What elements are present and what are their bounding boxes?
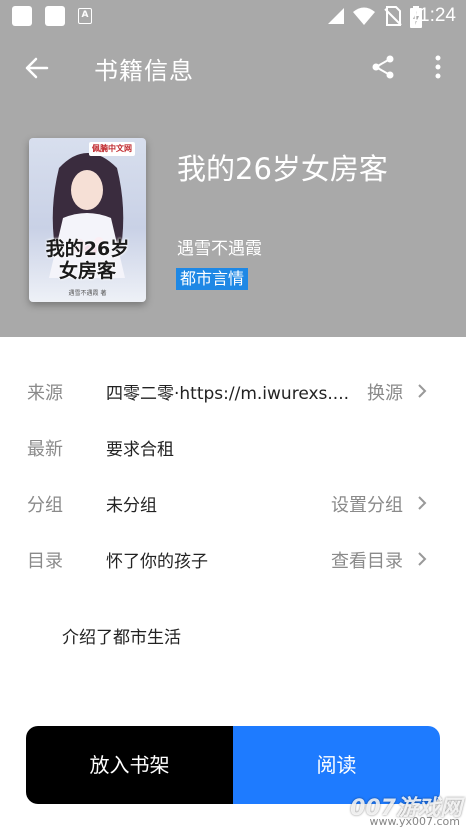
chevron-right-icon (418, 552, 427, 566)
info-row-source[interactable]: 来源 四零二零·https://m.iwurexs.... 换源 (0, 366, 466, 416)
change-source-button[interactable]: 换源 (367, 379, 403, 405)
add-to-shelf-button[interactable]: 放入书架 (26, 726, 233, 804)
signal-icon (328, 8, 344, 24)
chevron-right-icon (418, 496, 427, 510)
book-header: A 11:24 书籍信息 佩腩中文网 我的26岁 女房客 遇雪不遇霞 著 我的2… (0, 0, 466, 337)
category-tag: 都市言情 (176, 268, 249, 290)
a-notification-icon: A (78, 8, 92, 24)
share-icon[interactable] (370, 54, 396, 80)
app-icon (45, 6, 65, 26)
watermark-url: www.yx007.com (369, 815, 460, 828)
cover-title-line1: 我的26岁 (45, 238, 130, 260)
info-row-group[interactable]: 分组 未分组 设置分组 (0, 478, 466, 528)
app-icon (12, 6, 32, 26)
latest-value: 要求合租 (106, 440, 174, 460)
page-title: 书籍信息 (94, 57, 194, 85)
cover-site-label: 佩腩中文网 (89, 142, 135, 156)
cover-author: 遇雪不遇霞 著 (68, 290, 107, 297)
info-row-latest: 最新 要求合租 (0, 422, 466, 472)
toolbar: 书籍信息 (0, 40, 466, 96)
latest-label: 最新 (27, 439, 63, 460)
info-row-toc[interactable]: 目录 怀了你的孩子 查看目录 (0, 534, 466, 584)
book-author[interactable]: 遇雪不遇霞 (177, 234, 262, 259)
book-intro: 介绍了都市生活 (62, 628, 181, 648)
clock: 11:24 (409, 5, 456, 26)
cover-title-line2: 女房客 (58, 260, 116, 282)
book-title: 我的26岁女房客 (177, 152, 388, 186)
group-label: 分组 (27, 495, 63, 516)
no-sim-icon (384, 6, 402, 26)
view-toc-button[interactable]: 查看目录 (331, 547, 403, 573)
set-group-button[interactable]: 设置分组 (331, 491, 403, 517)
cover-title: 我的26岁 女房客 (29, 238, 146, 282)
source-label: 来源 (27, 383, 63, 404)
wifi-icon (353, 7, 375, 25)
source-value: 四零二零·https://m.iwurexs.... (106, 384, 350, 404)
back-arrow-icon[interactable] (22, 54, 50, 82)
toc-label: 目录 (27, 551, 63, 572)
chevron-right-icon (418, 384, 427, 398)
more-vert-icon[interactable] (424, 53, 452, 81)
group-value: 未分组 (106, 496, 157, 516)
toc-value: 怀了你的孩子 (106, 552, 208, 572)
book-cover[interactable]: 佩腩中文网 我的26岁 女房客 遇雪不遇霞 著 (29, 138, 146, 302)
status-bar: A 11:24 (0, 0, 466, 34)
